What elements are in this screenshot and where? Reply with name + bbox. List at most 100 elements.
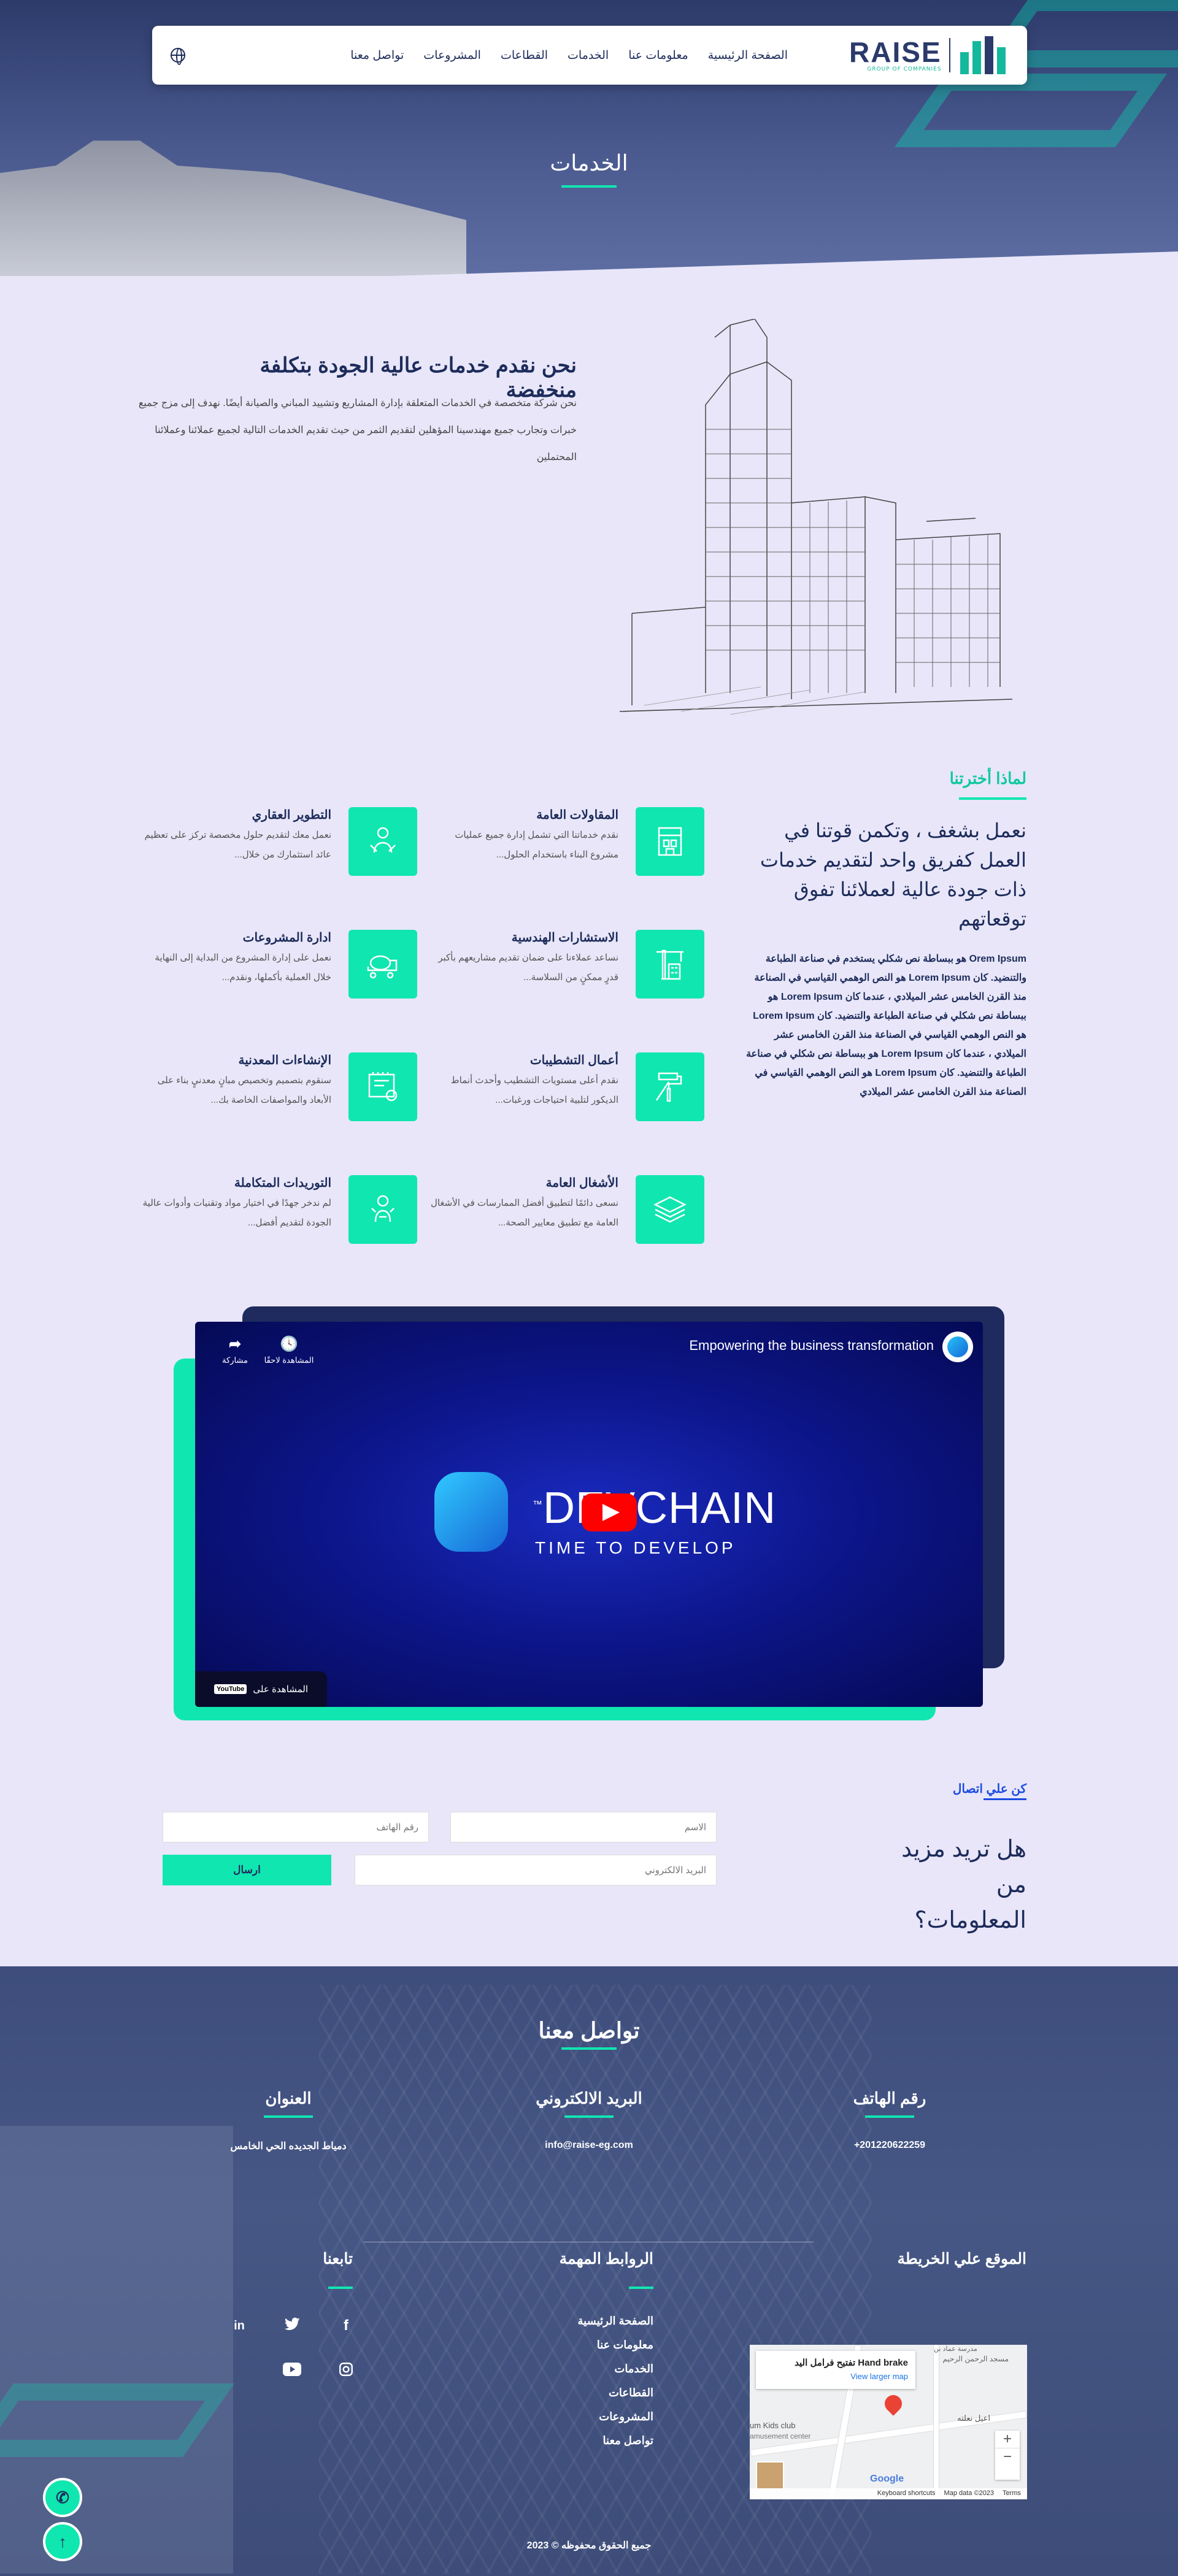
service-desc: لم ندخر جهدًا في اختيار مواد وتقنيات وأد… xyxy=(142,1198,331,1228)
share-icon: ➦ xyxy=(228,1336,242,1352)
building-sketch-image xyxy=(619,319,1013,715)
map-road xyxy=(934,2345,939,2499)
watch-on-youtube[interactable]: المشاهدة على YouTube xyxy=(195,1671,327,1707)
why-us-subtitle: لماذا أخترتنا xyxy=(949,769,1026,788)
whatsapp-button[interactable]: ✆ xyxy=(43,2478,82,2517)
mixer-truck-icon xyxy=(348,930,417,999)
email-input[interactable] xyxy=(355,1855,717,1885)
service-desc: نسعى دائمًا لتطبيق أفضل الممارسات في الأ… xyxy=(430,1198,618,1228)
nav-item-home[interactable]: الصفحة الرئيسية xyxy=(708,48,788,63)
watch-later-button[interactable]: 🕓 المشاهدة لاحقًا xyxy=(261,1335,317,1365)
real-estate-icon xyxy=(348,807,417,876)
map-label: مسجد الرحمن الرحيم xyxy=(942,2355,1009,2363)
youtube-icon[interactable] xyxy=(281,2361,303,2383)
share-button[interactable]: ➦ مشاركة xyxy=(207,1335,263,1365)
language-globe-icon[interactable] xyxy=(171,48,185,65)
logo-text: RAISE xyxy=(849,36,942,68)
follow-underline xyxy=(328,2287,353,2289)
video-title[interactable]: Empowering the business transformation xyxy=(689,1338,934,1354)
nav-item-contact[interactable]: تواصل معنا xyxy=(350,48,404,63)
map-label: اعيل نعلته xyxy=(957,2413,990,2423)
service-card[interactable]: التوريدات المتكاملة لم ندخر جهدًا في اخت… xyxy=(110,1175,417,1249)
email-value[interactable]: info@raise-eg.com xyxy=(466,2140,712,2151)
service-desc: نقدم أعلى مستويات التشطيب وأحدث أنماط ال… xyxy=(450,1075,618,1105)
page-title: الخدمات xyxy=(550,150,628,175)
footer-link-home[interactable]: الصفحة الرئيسية xyxy=(531,2315,653,2328)
copyright: جميع الحقوق محفوظه © 2023 xyxy=(526,2540,652,2551)
service-title: الأشغال العامة xyxy=(545,1176,618,1190)
linkedin-icon[interactable]: in xyxy=(228,2315,250,2337)
nav-item-sectors[interactable]: القطاعات xyxy=(501,48,548,63)
links-underline xyxy=(629,2287,653,2289)
map-zoom-control[interactable]: + − xyxy=(995,2431,1020,2480)
service-card[interactable]: ادارة المشروعات نعمل على إدارة المشروع م… xyxy=(110,930,417,1003)
service-title: التطوير العقاري xyxy=(252,808,331,822)
nav-menu: الصفحة الرئيسية معلومات عنا الخدمات القط… xyxy=(350,26,788,85)
footer-link-contact[interactable]: تواصل معنا xyxy=(531,2434,653,2447)
footer-link-about[interactable]: معلومات عنا xyxy=(531,2339,653,2352)
why-us-paragraph: Orem Ipsum هو ببساطة نص شكلي يستخدم في ص… xyxy=(746,954,1026,1097)
service-title: التوريدات المتكاملة xyxy=(234,1176,331,1190)
logo-mark-icon xyxy=(958,36,1006,74)
map-title: الموقع علي الخريطة xyxy=(897,2250,1026,2267)
logo-tagline: GROUP OF COMPANIES xyxy=(867,66,942,72)
footer-building-left xyxy=(0,2126,233,2574)
map-label: amusement center xyxy=(750,2432,811,2440)
map-label: مدرسة عماد بن xyxy=(934,2345,977,2353)
footer-link-services[interactable]: الخدمات xyxy=(531,2363,653,2375)
contact-heading: هل تريد مزيد من المعلومات؟ xyxy=(901,1836,1026,1933)
twitter-icon[interactable] xyxy=(281,2315,303,2337)
footer-email: البريد الالكتروني info@raise-eg.com xyxy=(466,2089,712,2151)
brand-tagline: TIME TO DEVELOP xyxy=(535,1538,736,1557)
paint-roller-icon xyxy=(636,1052,704,1121)
phone-input[interactable] xyxy=(163,1812,429,1842)
title-underline xyxy=(561,185,617,188)
video-player[interactable]: Empowering the business transformation 🕓… xyxy=(195,1322,983,1707)
service-desc: نعمل معك لتقديم حلول مخصصة تركز على تعظي… xyxy=(144,830,331,860)
embedded-map[interactable]: مسجد الرحمن الرحيم مدرسة عماد بن um Kids… xyxy=(750,2345,1027,2499)
phone-label: رقم الهاتف xyxy=(853,2089,926,2107)
service-card[interactable]: أعمال التشطيبات نقدم أعلى مستويات التشطي… xyxy=(398,1052,704,1126)
map-pin-icon[interactable] xyxy=(881,2391,906,2416)
zoom-out-icon[interactable]: − xyxy=(995,2448,1020,2466)
why-us-heading: نعمل بشغف ، وتكمن قوتنا في العمل كفريق و… xyxy=(760,819,1026,930)
satellite-toggle[interactable] xyxy=(756,2461,784,2490)
decor-shape xyxy=(894,74,1168,147)
navbar: RAISE GROUP OF COMPANIES الصفحة الرئيسية… xyxy=(152,26,1027,85)
service-card[interactable]: الإنشاءات المعدنية سنقوم بتصميم وتخصيص م… xyxy=(110,1052,417,1126)
service-card[interactable]: التطوير العقاري نعمل معك لتقديم حلول مخص… xyxy=(110,807,417,881)
service-card[interactable]: المقاولات العامة نقدم خدماتنا التي تشمل … xyxy=(398,807,704,881)
clock-icon: 🕓 xyxy=(280,1336,298,1352)
nav-item-services[interactable]: الخدمات xyxy=(568,48,609,63)
facebook-icon[interactable]: f xyxy=(335,2315,357,2337)
service-card[interactable]: الأشغال العامة نسعى دائمًا لتطبيق أفضل ا… xyxy=(398,1175,704,1249)
service-title: الاستشارات الهندسية xyxy=(511,931,618,945)
service-desc: نساعد عملاءنا على ضمان تقديم مشاريعهم بأ… xyxy=(438,953,618,983)
google-logo: Google xyxy=(870,2474,904,2484)
nav-item-about[interactable]: معلومات عنا xyxy=(628,48,688,63)
youtube-play-icon[interactable] xyxy=(582,1493,637,1531)
email-label: البريد الالكتروني xyxy=(536,2089,642,2107)
channel-avatar[interactable] xyxy=(942,1332,973,1362)
view-larger-map-link[interactable]: View larger map xyxy=(763,2372,908,2381)
blueprint-icon xyxy=(348,1052,417,1121)
service-card[interactable]: الاستشارات الهندسية نساعد عملاءنا على ضم… xyxy=(398,930,704,1003)
footer-link-sectors[interactable]: القطاعات xyxy=(531,2386,653,2399)
instagram-icon[interactable] xyxy=(335,2361,357,2383)
contracting-icon xyxy=(636,807,704,876)
zoom-in-icon[interactable]: + xyxy=(995,2431,1020,2448)
submit-button[interactable]: ارسال xyxy=(163,1855,331,1885)
phone-value[interactable]: +201220622259 xyxy=(767,2140,1012,2151)
layers-icon xyxy=(636,1175,704,1244)
footer-link-projects[interactable]: المشروعات xyxy=(531,2410,653,2423)
name-input[interactable] xyxy=(450,1812,717,1842)
intro-text: نحن شركة متخصصة في الخدمات المتعلقة بإدا… xyxy=(138,398,577,462)
footer-phone: رقم الهاتف +201220622259 xyxy=(767,2089,1012,2151)
brand-name: DEVCHAIN™ xyxy=(533,1484,777,1533)
address-value: دمياط الجديده الحي الخامس xyxy=(230,2141,347,2152)
nav-item-projects[interactable]: المشروعات xyxy=(423,48,481,63)
footer-title: تواصل معنا xyxy=(538,2018,640,2043)
youtube-icon: YouTube xyxy=(214,1684,247,1694)
logo[interactable]: RAISE GROUP OF COMPANIES xyxy=(849,36,1006,75)
links-title: الروابط المهمة xyxy=(559,2250,653,2267)
